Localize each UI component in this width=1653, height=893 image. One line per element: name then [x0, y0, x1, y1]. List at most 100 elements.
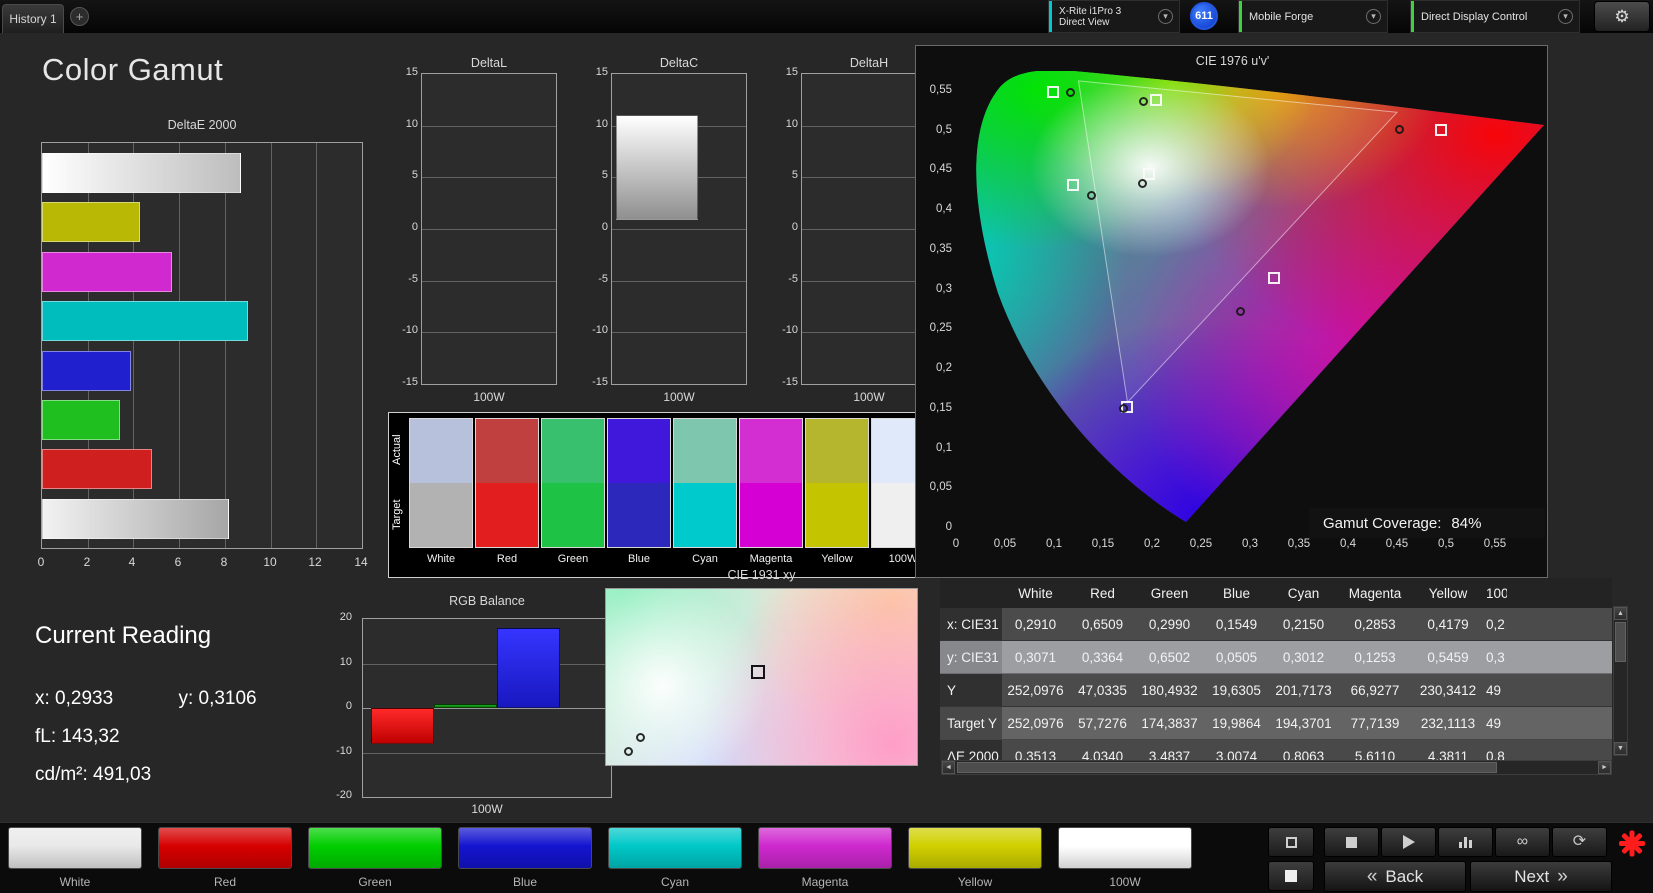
- next-button[interactable]: Next »: [1470, 861, 1612, 892]
- cie31-point-marker: [636, 732, 646, 742]
- reading-y-value: y: 0,3106: [178, 688, 257, 709]
- table-cell: 0,6502: [1148, 649, 1191, 665]
- swatch-target-cyan: [674, 483, 736, 547]
- deltae-xtick-label: 14: [354, 555, 368, 569]
- display-control-select[interactable]: Direct Display Control ▾: [1410, 0, 1580, 33]
- table-row[interactable]: Target Y 252,0976 57,7276 174,3837 19,9864 19…: [940, 707, 1612, 740]
- layout-compact-button[interactable]: [1268, 827, 1314, 857]
- deltaC-bar: [616, 115, 698, 220]
- meter-select[interactable]: X-Rite i1Pro 3 Direct View ▾: [1048, 0, 1180, 33]
- patch-button-white[interactable]: [8, 827, 142, 869]
- layout-expanded-button[interactable]: [1268, 861, 1314, 891]
- chevron-down-icon[interactable]: ▾: [1158, 9, 1173, 24]
- chevron-down-icon[interactable]: ▾: [1558, 9, 1573, 24]
- table-row[interactable]: x: CIE31 0,2910 0,6509 0,2990 0,1549 0,2150 0,…: [940, 608, 1612, 641]
- cie76-xtick-label: 0,1: [1046, 538, 1062, 550]
- patch-label: Blue: [512, 875, 538, 889]
- table-cell: 0,4179: [1427, 616, 1469, 632]
- deltaL-gridline: [422, 332, 556, 333]
- swatch-column-cyan: [673, 418, 737, 548]
- swatch-actual-yellow: [806, 419, 868, 483]
- deltae-xtick-label: 4: [128, 555, 136, 569]
- cie76-ytick-label: 0,45: [929, 163, 952, 176]
- back-button[interactable]: « Back: [1324, 861, 1466, 892]
- deltae-xtick-label: 10: [263, 555, 277, 569]
- table-vertical-scrollbar[interactable]: ▲ ▼: [1613, 606, 1628, 756]
- table-row[interactable]: ΔE 2000 0,3513 4,0340 3,4837 3,0074 0,8063 5,6…: [940, 740, 1612, 760]
- table-horizontal-scrollbar[interactable]: ◄ ►: [941, 760, 1612, 775]
- deltaL-yticks: 15 10 5 0 -5 -10 -15: [396, 56, 418, 408]
- deltaH-ytick-label: 10: [785, 118, 798, 130]
- alert-asterisk-icon: [1618, 829, 1646, 857]
- table-row[interactable]: Y 252,0976 47,0335 180,4932 19,6305 201,7173 6…: [940, 674, 1612, 707]
- table-body: x: CIE31 0,2910 0,6509 0,2990 0,1549 0,2150 0,…: [940, 608, 1612, 760]
- scroll-up-icon[interactable]: ▲: [1614, 607, 1627, 620]
- meter-accent-bar: [1049, 1, 1052, 32]
- deltaC-gridline: [612, 281, 746, 282]
- table-cell: 19,9864: [1212, 715, 1261, 731]
- stop-button[interactable]: [1324, 827, 1379, 857]
- target-marker: [1143, 168, 1156, 181]
- rgb-ytick-label: -10: [336, 745, 352, 757]
- table-cell: 77,7139: [1350, 715, 1400, 731]
- gear-icon: ⚙: [1614, 6, 1630, 26]
- deltaL-gridline: [422, 177, 556, 178]
- patch-button-blue[interactable]: [458, 827, 592, 869]
- cie76-xtick-label: 0,4: [1340, 538, 1356, 550]
- target-marker: [1149, 94, 1162, 107]
- swatch-column-label: Red: [496, 553, 518, 565]
- deltaL-gridline: [422, 126, 556, 127]
- deltae-plot: [41, 142, 363, 549]
- cie76-ytick-label: 0,2: [936, 362, 952, 375]
- infinity-button[interactable]: ∞: [1495, 827, 1550, 857]
- patch-button-magenta[interactable]: [758, 827, 892, 869]
- patch-button-red[interactable]: [158, 827, 292, 869]
- deltae-xtick-label: 6: [174, 555, 182, 569]
- horizontal-scroll-thumb[interactable]: [957, 762, 1497, 773]
- patch-button-green[interactable]: [308, 827, 442, 869]
- chart-button[interactable]: [1438, 827, 1493, 857]
- table-cell: 0,0505: [1215, 649, 1258, 665]
- table-cell: 0,2910: [1014, 616, 1057, 632]
- vertical-scroll-thumb[interactable]: [1615, 622, 1626, 662]
- top-bar: History 1 + X-Rite i1Pro 3 Direct View ▾…: [0, 0, 1653, 33]
- swatch-actual-magenta: [740, 419, 802, 483]
- table-cell: 174,3837: [1141, 715, 1198, 731]
- cie76-xticks: 0 0,05 0,1 0,15 0,2 0,25 0,3 0,35 0,4 0,45 0,5 0,55: [916, 538, 1549, 554]
- add-tab-button[interactable]: +: [70, 7, 89, 26]
- deltaC-ytick-label: 0: [601, 221, 608, 233]
- table-cell: 180,4932: [1141, 682, 1198, 698]
- play-button[interactable]: [1381, 827, 1436, 857]
- deltaL-plot: [421, 73, 557, 385]
- filled-square-icon: [1285, 870, 1297, 882]
- source-select[interactable]: Mobile Forge ▾: [1238, 0, 1388, 33]
- reading-cd-value: cd/m²: 491,03: [35, 764, 152, 785]
- cie76-title: CIE 1976 u'v': [1195, 54, 1270, 68]
- cie76-xtick-label: 0,2: [1144, 538, 1160, 550]
- table-row[interactable]: y: CIE31 0,3071 0,3364 0,6502 0,0505 0,3012 0,…: [940, 641, 1612, 674]
- page-title: Color Gamut: [42, 52, 224, 87]
- scroll-down-icon[interactable]: ▼: [1614, 742, 1627, 755]
- settings-button[interactable]: ⚙: [1594, 1, 1650, 32]
- history-tab[interactable]: History 1: [2, 4, 64, 33]
- cie76-xtick-label: 0,25: [1189, 538, 1213, 550]
- patch-button-cyan[interactable]: [608, 827, 742, 869]
- rgb-ytick-label: 10: [339, 656, 352, 668]
- patch-button-100w[interactable]: [1058, 827, 1192, 869]
- table-cell: 3,4837: [1148, 748, 1191, 761]
- chevron-down-icon[interactable]: ▾: [1366, 9, 1381, 24]
- cie76-ytick-label: 0,35: [929, 242, 952, 255]
- deltaC-ytick-label: 5: [601, 169, 608, 181]
- table-cell: 0,3: [1486, 649, 1505, 665]
- swatch-column-red: [475, 418, 539, 548]
- deltae-bar-100w: [42, 498, 230, 539]
- scroll-left-icon[interactable]: ◄: [942, 761, 955, 774]
- table-cell: 230,3412: [1419, 682, 1477, 698]
- cie76-ytick-label: 0,5: [936, 123, 952, 136]
- table-col-header-green: Green: [1150, 585, 1189, 601]
- patch-button-yellow[interactable]: [908, 827, 1042, 869]
- refresh-button[interactable]: ⟳: [1552, 827, 1607, 857]
- scroll-right-icon[interactable]: ►: [1598, 761, 1611, 774]
- stop-icon: [1346, 836, 1357, 848]
- table-cell: 252,0976: [1007, 715, 1064, 731]
